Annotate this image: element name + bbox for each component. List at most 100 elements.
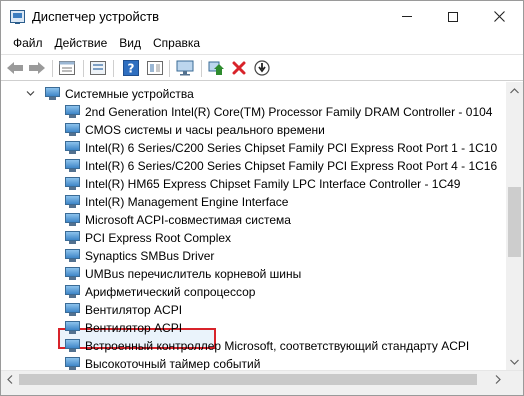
back-arrow-icon <box>7 62 23 74</box>
device-label: Intel(R) HM65 Express Chipset Family LPC… <box>85 177 461 191</box>
device-icon <box>65 213 80 227</box>
device-item[interactable]: Вентилятор ACPI <box>1 301 506 319</box>
toolbar-separator <box>83 60 84 77</box>
toolbar: ? <box>1 54 523 81</box>
properties-icon <box>59 61 75 75</box>
menu-action[interactable]: Действие <box>49 33 114 53</box>
chevron-right-icon <box>495 375 501 384</box>
device-item[interactable]: Вентилятор ACPI <box>1 319 506 337</box>
device-item[interactable]: Арифметический сопроцессор <box>1 283 506 301</box>
monitor-button[interactable] <box>176 59 194 77</box>
device-icon <box>65 303 80 317</box>
device-label: PCI Express Root Complex <box>85 231 232 245</box>
window-title: Диспетчер устройств <box>32 9 160 24</box>
device-icon <box>65 231 80 245</box>
device-label: Вентилятор ACPI <box>85 321 183 335</box>
maximize-button[interactable] <box>430 1 476 32</box>
chevron-left-icon <box>6 375 12 384</box>
maximize-icon <box>448 11 458 22</box>
device-manager-window: Диспетчер устройств Файл Действие Вид Сп… <box>0 0 524 396</box>
device-icon <box>65 159 80 173</box>
device-label: Microsoft ACPI-совместимая система <box>85 213 291 227</box>
device-item[interactable]: 2nd Generation Intel(R) Core(TM) Process… <box>1 103 506 121</box>
horizontal-scrollbar[interactable] <box>1 370 523 387</box>
update-driver-button[interactable] <box>89 59 107 77</box>
chevron-up-icon <box>510 87 519 93</box>
help-icon: ? <box>123 60 139 76</box>
device-label: Intel(R) 6 Series/C200 Series Chipset Fa… <box>85 141 498 155</box>
device-item[interactable]: Intel(R) 6 Series/C200 Series Chipset Fa… <box>1 139 506 157</box>
scan-hardware-button[interactable] <box>253 59 271 77</box>
device-label: Встроенный контроллер Microsoft, соответ… <box>85 339 470 353</box>
device-item-selected[interactable]: Synaptics SMBus Driver <box>1 247 506 265</box>
toolbar-separator <box>201 60 202 77</box>
menu-view[interactable]: Вид <box>113 33 147 53</box>
forward-button[interactable] <box>28 59 46 77</box>
device-item[interactable]: Intel(R) Management Engine Interface <box>1 193 506 211</box>
vertical-scrollbar[interactable] <box>506 82 523 370</box>
scroll-right-button[interactable] <box>489 371 506 388</box>
scrollbar-thumb[interactable] <box>508 187 521 257</box>
scan-hardware-icon <box>254 60 270 76</box>
close-icon <box>493 11 505 22</box>
minimize-button[interactable] <box>384 1 430 32</box>
device-label: Intel(R) 6 Series/C200 Series Chipset Fa… <box>85 159 498 173</box>
device-icon <box>65 339 80 353</box>
close-button[interactable] <box>476 1 522 32</box>
device-label: 2nd Generation Intel(R) Core(TM) Process… <box>85 105 493 119</box>
device-tree[interactable]: Системные устройства 2nd Generation Inte… <box>1 82 506 370</box>
device-icon <box>65 267 80 281</box>
device-icon <box>65 105 80 119</box>
forward-arrow-icon <box>29 62 45 74</box>
device-item[interactable]: Встроенный контроллер Microsoft, соответ… <box>1 337 506 355</box>
menu-file[interactable]: Файл <box>7 33 49 53</box>
device-item[interactable]: Microsoft ACPI-совместимая система <box>1 211 506 229</box>
device-icon <box>65 357 80 370</box>
enable-device-icon <box>208 61 224 75</box>
category-label: Системные устройства <box>65 87 194 101</box>
device-icon <box>65 141 80 155</box>
enable-device-button[interactable] <box>207 59 225 77</box>
device-label: Арифметический сопроцессор <box>85 285 256 299</box>
properties-button[interactable] <box>58 59 76 77</box>
help-button[interactable]: ? <box>122 59 140 77</box>
scroll-left-button[interactable] <box>1 371 18 388</box>
minimize-icon <box>402 16 412 17</box>
toolbar-separator <box>113 60 114 77</box>
system-devices-icon <box>45 87 60 101</box>
device-item[interactable]: CMOS системы и часы реального времени <box>1 121 506 139</box>
device-icon <box>65 321 80 335</box>
device-item[interactable]: PCI Express Root Complex <box>1 229 506 247</box>
driver-update-icon <box>90 61 106 75</box>
horizontal-scrollbar-thumb[interactable] <box>19 374 477 385</box>
device-label: CMOS системы и часы реального времени <box>85 123 325 137</box>
device-label: Intel(R) Management Engine Interface <box>85 195 289 209</box>
device-item[interactable]: Intel(R) HM65 Express Chipset Family LPC… <box>1 175 506 193</box>
back-button[interactable] <box>6 59 24 77</box>
device-icon <box>65 249 80 263</box>
device-item[interactable]: UMBus перечислитель корневой шины <box>1 265 506 283</box>
scroll-up-button[interactable] <box>506 82 523 99</box>
title-bar: Диспетчер устройств <box>1 1 523 32</box>
category-system-devices[interactable]: Системные устройства <box>1 85 506 103</box>
svg-text:?: ? <box>128 62 135 76</box>
show-hidden-button[interactable] <box>146 59 164 77</box>
toolbar-separator <box>169 60 170 77</box>
device-label: Высокоточный таймер событий <box>85 357 261 370</box>
uninstall-device-icon <box>232 61 246 75</box>
device-manager-app-icon <box>10 10 25 24</box>
status-bar <box>1 387 523 395</box>
device-label: UMBus перечислитель корневой шины <box>85 267 302 281</box>
device-item[interactable]: Высокоточный таймер событий <box>1 355 506 370</box>
device-icon <box>65 123 80 137</box>
device-item[interactable]: Intel(R) 6 Series/C200 Series Chipset Fa… <box>1 157 506 175</box>
toolbar-separator <box>52 60 53 77</box>
device-label: Вентилятор ACPI <box>85 303 183 317</box>
menu-help[interactable]: Справка <box>147 33 206 53</box>
chevron-down-icon[interactable] <box>26 89 35 98</box>
device-label: Synaptics SMBus Driver <box>85 249 215 263</box>
hidden-devices-icon <box>147 61 163 75</box>
device-icon <box>65 177 80 191</box>
uninstall-device-button[interactable] <box>230 59 248 77</box>
scroll-down-button[interactable] <box>506 353 523 370</box>
